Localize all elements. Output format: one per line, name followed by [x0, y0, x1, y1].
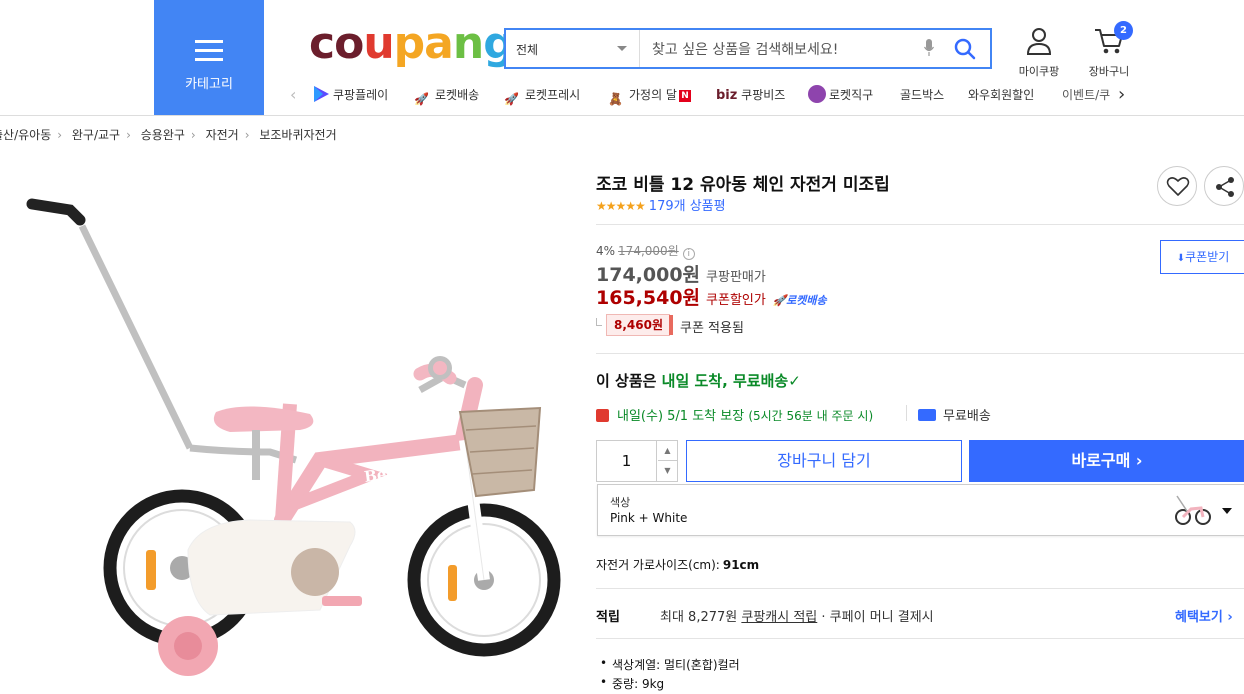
quicknav-rocket-delivery[interactable]: 🚀 로켓배송	[414, 84, 479, 106]
cashback-label: 적립	[596, 610, 620, 625]
discount-info: 4% 174,000원 i	[596, 242, 695, 260]
wishlist-button[interactable]	[1157, 166, 1197, 206]
free-shipping: 무료배송	[918, 405, 991, 424]
attribute-item: 색상계열: 멀티(혼합)컬러	[596, 656, 740, 675]
hamburger-icon	[195, 40, 223, 67]
cart-count-badge: 2	[1114, 21, 1133, 40]
quicknav-coupang-play[interactable]: 쿠팡플레이	[312, 84, 388, 106]
divider	[906, 405, 907, 421]
delivery-date: 내일(수) 5/1 도착 보장 (5시간 56분 내 주문 시)	[596, 405, 873, 424]
my-coupang-label: 마이쿠팡	[1018, 65, 1060, 78]
quantity-decrease-button[interactable]: ▼	[658, 461, 677, 481]
info-icon[interactable]: i	[682, 248, 695, 260]
divider	[596, 353, 1244, 354]
microphone-icon[interactable]	[924, 39, 934, 57]
product-attributes: 색상계열: 멀티(혼합)컬러 중량: 9kg	[596, 656, 740, 694]
heart-icon	[1166, 177, 1190, 196]
rocket-delivery-badge: 🚀로켓배송	[772, 294, 827, 307]
check-icon: ✓	[788, 372, 801, 390]
color-option-select[interactable]: 색상 Pink + White	[597, 484, 1244, 536]
quicknav-wow-discount[interactable]: 와우회원할인	[968, 84, 1034, 106]
search-input[interactable]: 찾고 싶은 상품을 검색해보세요!	[652, 39, 838, 59]
attribute-item: 중량: 9kg	[596, 675, 740, 694]
option-value: Pink + White	[610, 511, 688, 525]
buy-now-button[interactable]: 바로구매 ›	[969, 440, 1244, 482]
cashback-text: 최대 8,277원 쿠팡캐시 적립 · 쿠페이 머니 결제시	[660, 610, 934, 625]
coupon-price-label: 쿠폰할인가	[706, 293, 766, 308]
site-header: 카테고리 coupang 전체 찾고 싶은 상품을 검색해보세요! 마이쿠팡 2…	[0, 0, 1244, 116]
quantity-increase-button[interactable]: ▲	[658, 441, 677, 461]
cart-label: 장바구니	[1088, 65, 1130, 78]
rocket-icon: 🚀	[414, 92, 429, 106]
quicknav-coupang-biz[interactable]: biz 쿠팡비즈	[716, 84, 785, 106]
breadcrumb: 출산/유아동› 완구/교구› 승용완구› 자전거› 보조바퀴자전거	[0, 126, 337, 143]
biz-logo: biz	[716, 88, 738, 103]
coupon-amount-tag: 8,460원	[606, 314, 673, 336]
breadcrumb-item[interactable]: 승용완구	[141, 128, 185, 142]
divider	[596, 588, 1244, 589]
rocket-fresh-icon: 🚀	[504, 92, 519, 106]
option-label: 색상	[610, 496, 631, 509]
benefit-link[interactable]: 혜택보기 ›	[1175, 606, 1233, 625]
original-price: 174,000원	[618, 244, 679, 258]
coupon-download-button[interactable]: ⬇쿠폰받기	[1160, 240, 1244, 274]
breadcrumb-item[interactable]: 보조바퀴자전거	[259, 128, 336, 142]
breadcrumb-item[interactable]: 자전거	[206, 128, 239, 142]
spec-info: 자전거 가로사이즈(cm): 91cm	[596, 558, 760, 572]
rating-stars-icon: ★★★★★	[596, 199, 646, 213]
chevron-left-icon[interactable]: ‹	[290, 84, 296, 106]
user-icon	[1026, 28, 1052, 55]
product-image[interactable]: Beetle	[20, 190, 565, 680]
category-menu-button[interactable]: 카테고리	[154, 0, 264, 115]
add-to-cart-button[interactable]: 장바구니 담기	[686, 440, 962, 482]
quicknav-gold-box[interactable]: 골드박스	[900, 84, 944, 106]
quicknav-event[interactable]: 이벤트/쿠	[1062, 84, 1118, 106]
coupang-cash-link[interactable]: 쿠팡캐시 적립	[741, 610, 817, 625]
new-badge: N	[678, 90, 691, 102]
chevron-down-icon	[617, 46, 627, 51]
breadcrumb-item[interactable]: 출산/유아동	[0, 128, 51, 142]
option-thumbnail	[1175, 495, 1211, 525]
coupang-logo[interactable]: coupang	[309, 18, 515, 69]
quantity-stepper: 1 ▲ ▼	[596, 440, 678, 482]
quantity-input[interactable]: 1	[597, 441, 657, 481]
quicknav-rocket-global[interactable]: 로켓직구	[808, 84, 873, 106]
coupon-price: 165,540원 쿠폰할인가 🚀로켓배송	[596, 287, 827, 309]
breadcrumb-item[interactable]: 완구/교구	[72, 128, 120, 142]
share-button[interactable]	[1204, 166, 1244, 206]
product-title: 조코 비틀 12 유아동 체인 자전거 미조립	[596, 175, 890, 195]
review-count[interactable]: 179개 상품평	[649, 199, 726, 214]
play-icon	[314, 86, 329, 102]
quicknav-rocket-fresh[interactable]: 🚀 로켓프레시	[504, 84, 580, 106]
search-category-select[interactable]: 전체	[506, 30, 640, 67]
globe-rocket-icon	[808, 85, 826, 103]
rating[interactable]: ★★★★★ 179개 상품평	[596, 195, 726, 214]
bear-icon: 🧸	[608, 92, 623, 106]
my-coupang-link[interactable]: 마이쿠팡	[1012, 26, 1066, 79]
coupon-bracket	[596, 318, 602, 326]
coupon-applied-text: 쿠폰 적용됨	[680, 321, 744, 336]
chevron-right-icon[interactable]: ›	[1118, 84, 1125, 106]
calendar-icon	[596, 409, 609, 422]
cart-link[interactable]: 2 장바구니	[1080, 21, 1138, 79]
discount-rate: 4%	[596, 244, 616, 258]
truck-icon	[918, 409, 936, 421]
category-label: 카테고리	[185, 77, 233, 92]
search-bar: 전체 찾고 싶은 상품을 검색해보세요!	[504, 28, 992, 69]
divider	[596, 638, 1244, 639]
search-icon[interactable]	[954, 38, 976, 60]
download-icon: ⬇	[1176, 253, 1186, 264]
chevron-down-icon	[1222, 508, 1232, 514]
svg-text:Beetle: Beetle	[363, 461, 419, 486]
divider	[596, 224, 1244, 225]
quicknav-family-month[interactable]: 🧸 가정의 달N	[608, 84, 691, 106]
delivery-headline: 이 상품은 내일 도착, 무료배송✓	[596, 372, 801, 390]
share-icon	[1216, 177, 1234, 197]
